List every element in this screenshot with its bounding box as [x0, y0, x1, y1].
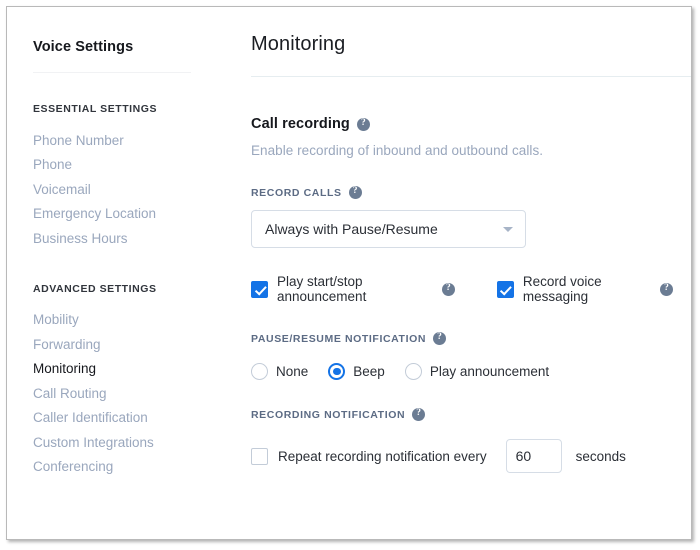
settings-panel: Voice Settings ESSENTIAL SETTINGS Phone … [6, 6, 692, 540]
radio-play-announcement[interactable] [405, 363, 422, 380]
main-content: Monitoring Call recording ? Enable recor… [219, 7, 691, 539]
sidebar-item-custom-integrations[interactable]: Custom Integrations [33, 430, 219, 455]
sidebar-group-advanced: ADVANCED SETTINGS Mobility Forwarding Mo… [33, 283, 219, 480]
play-announcement-label: Play start/stop announcement [277, 274, 433, 304]
repeat-interval-unit: seconds [576, 449, 626, 464]
sidebar-item-voicemail[interactable]: Voicemail [33, 177, 219, 202]
help-circle-icon-play-announcement[interactable]: ? [442, 283, 455, 296]
recording-notification-label-row: RECORDING NOTIFICATION ? [251, 408, 673, 421]
sidebar-item-caller-identification[interactable]: Caller Identification [33, 406, 219, 431]
repeat-interval-input[interactable] [506, 439, 562, 473]
pause-resume-notification-label: PAUSE/RESUME NOTIFICATION [251, 333, 426, 345]
page-title-divider [251, 76, 691, 77]
chevron-down-icon [503, 227, 513, 232]
pause-resume-label-row: PAUSE/RESUME NOTIFICATION ? [251, 332, 673, 345]
sidebar-title: Voice Settings [33, 39, 219, 55]
pause-resume-radio-group: None Beep Play announcement [251, 363, 673, 380]
play-announcement-checkbox[interactable] [251, 281, 268, 298]
call-recording-heading-row: Call recording ? [251, 116, 673, 132]
screenshot-root: Voice Settings ESSENTIAL SETTINGS Phone … [0, 0, 700, 550]
help-circle-icon-call-recording[interactable]: ? [357, 118, 370, 131]
repeat-notification-checkbox[interactable] [251, 448, 268, 465]
page-title: Monitoring [251, 33, 691, 56]
record-calls-selected-value: Always with Pause/Resume [265, 221, 503, 237]
sidebar-item-phone-number[interactable]: Phone Number [33, 128, 219, 153]
sidebar-group-essential: ESSENTIAL SETTINGS Phone Number Phone Vo… [33, 103, 219, 251]
record-voice-messaging-label: Record voice messaging [523, 274, 651, 304]
repeat-notification-row: Repeat recording notification every seco… [251, 439, 673, 473]
sidebar-item-emergency-location[interactable]: Emergency Location [33, 202, 219, 227]
sidebar-item-business-hours[interactable]: Business Hours [33, 226, 219, 251]
radio-option-none[interactable]: None [251, 363, 308, 380]
recording-options-row: Play start/stop announcement ? Record vo… [251, 274, 673, 304]
play-announcement-checkbox-item[interactable]: Play start/stop announcement ? [251, 274, 455, 304]
help-circle-icon-record-voice-messaging[interactable]: ? [660, 283, 673, 296]
call-recording-description: Enable recording of inbound and outbound… [251, 143, 673, 158]
call-recording-title: Call recording [251, 116, 350, 132]
radio-none[interactable] [251, 363, 268, 380]
record-voice-messaging-checkbox-item[interactable]: Record voice messaging ? [497, 274, 673, 304]
record-calls-label: RECORD CALLS [251, 187, 342, 199]
radio-beep-label: Beep [353, 364, 385, 379]
radio-option-play-announcement[interactable]: Play announcement [405, 363, 549, 380]
radio-play-announcement-label: Play announcement [430, 364, 549, 379]
sidebar-item-phone[interactable]: Phone [33, 153, 219, 178]
radio-beep[interactable] [328, 363, 345, 380]
sidebar-item-monitoring[interactable]: Monitoring [33, 357, 219, 382]
sidebar-item-conferencing[interactable]: Conferencing [33, 455, 219, 480]
record-calls-label-row: RECORD CALLS ? [251, 186, 673, 199]
radio-none-label: None [276, 364, 308, 379]
sidebar-item-mobility[interactable]: Mobility [33, 308, 219, 333]
sidebar-group-label-advanced: ADVANCED SETTINGS [33, 283, 219, 295]
sidebar-group-label-essential: ESSENTIAL SETTINGS [33, 103, 219, 115]
radio-option-beep[interactable]: Beep [328, 363, 385, 380]
help-circle-icon-pause-resume[interactable]: ? [433, 332, 446, 345]
sidebar: Voice Settings ESSENTIAL SETTINGS Phone … [7, 7, 219, 539]
repeat-notification-label: Repeat recording notification every [278, 449, 487, 464]
sidebar-item-call-routing[interactable]: Call Routing [33, 381, 219, 406]
sidebar-divider [33, 72, 191, 73]
record-calls-select[interactable]: Always with Pause/Resume [251, 210, 526, 248]
record-voice-messaging-checkbox[interactable] [497, 281, 514, 298]
help-circle-icon-recording-notification[interactable]: ? [412, 408, 425, 421]
help-circle-icon-record-calls[interactable]: ? [349, 186, 362, 199]
sidebar-item-forwarding[interactable]: Forwarding [33, 332, 219, 357]
call-recording-section: Call recording ? Enable recording of inb… [251, 116, 691, 473]
recording-notification-label: RECORDING NOTIFICATION [251, 409, 405, 421]
